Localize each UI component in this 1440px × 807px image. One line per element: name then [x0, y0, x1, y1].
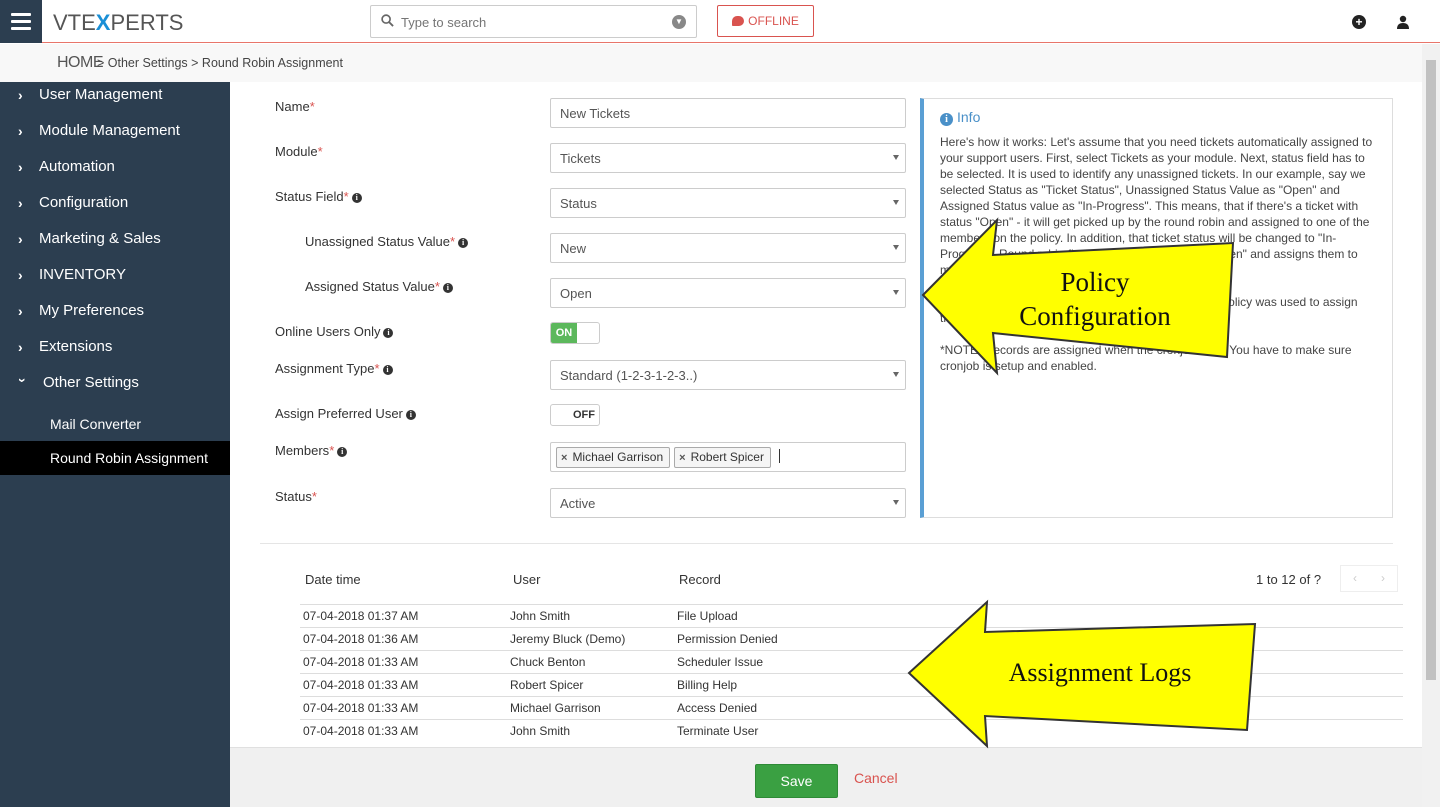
app-logo[interactable]: VTEXPERTS — [53, 10, 183, 36]
assigned-status-select[interactable]: Open — [550, 278, 906, 308]
sidebar-item-marketing-sales[interactable]: › Marketing & Sales — [0, 226, 230, 262]
module-label: Module* — [275, 144, 323, 159]
scrollbar[interactable] — [1422, 44, 1440, 807]
status-label: Status* — [275, 489, 317, 504]
logs-annotation-text: Assignment Logs — [1008, 658, 1192, 687]
chat-icon — [732, 16, 745, 26]
sidebar-subitem-mail-converter[interactable]: Mail Converter — [0, 407, 230, 441]
column-header-datetime[interactable]: Date time — [305, 572, 361, 587]
unassigned-status-select[interactable]: New — [550, 233, 906, 263]
text-cursor — [778, 449, 780, 463]
info-icon[interactable]: i — [383, 328, 394, 338]
sidebar: › User Management › Module Management › Aut… — [0, 82, 230, 807]
info-icon[interactable]: i — [351, 193, 362, 203]
dropdown-arrow-icon — [893, 290, 899, 295]
search-input[interactable] — [401, 12, 661, 32]
name-input[interactable]: New Tickets — [550, 98, 906, 128]
chevron-right-icon: › — [18, 159, 23, 175]
remove-icon[interactable]: × — [679, 452, 685, 464]
online-users-toggle[interactable]: ON — [550, 322, 600, 344]
preferred-user-label: Assign Preferred User i — [275, 406, 416, 421]
sidebar-item-automation[interactable]: › Automation — [0, 154, 230, 190]
unassigned-status-label: Unassigned Status Value* i — [305, 234, 469, 249]
info-icon[interactable]: i — [442, 283, 453, 293]
assignment-type-select[interactable]: Standard (1-2-3-1-2-3..) — [550, 360, 906, 390]
sidebar-subitem-round-robin-assignment[interactable]: Round Robin Assignment — [0, 441, 230, 475]
cancel-link[interactable]: Cancel — [854, 770, 898, 786]
sidebar-item-user-management[interactable]: › User Management — [0, 82, 230, 118]
chevron-down-icon[interactable]: ▼ — [672, 15, 686, 29]
chevron-right-icon: › — [18, 195, 23, 211]
breadcrumb: HOME > Other Settings > Round Robin Assi… — [0, 44, 1422, 82]
sidebar-item-extensions[interactable]: › Extensions — [0, 334, 230, 370]
status-field-select[interactable]: Status — [550, 188, 906, 218]
next-page-button[interactable]: › — [1369, 566, 1397, 591]
info-icon[interactable]: i — [337, 447, 348, 457]
user-icon[interactable] — [1397, 15, 1409, 29]
add-icon[interactable]: + — [1352, 15, 1366, 29]
online-users-label: Online Users Only i — [275, 324, 394, 339]
offline-button[interactable]: OFFLINE — [717, 5, 814, 37]
members-multiselect[interactable]: × Michael Garrison × Robert Spicer — [550, 442, 906, 472]
chevron-right-icon: › — [18, 303, 23, 319]
sidebar-item-my-preferences[interactable]: › My Preferences — [0, 298, 230, 334]
dropdown-arrow-icon — [893, 245, 899, 250]
save-button[interactable]: Save — [755, 764, 838, 798]
sidebar-item-inventory[interactable]: › INVENTORY — [0, 262, 230, 298]
info-icon[interactable]: i — [458, 238, 469, 248]
assignment-type-label: Assignment Type* i — [275, 361, 393, 376]
info-title: i Info — [940, 109, 1376, 126]
members-label: Members* i — [275, 443, 348, 458]
search-box[interactable]: ▼ — [370, 5, 697, 38]
chevron-right-icon: › — [18, 87, 23, 103]
menu-icon[interactable] — [0, 0, 42, 43]
chevron-right-icon: › — [18, 339, 23, 355]
search-icon — [381, 14, 394, 27]
breadcrumb-trail[interactable]: > Other Settings > Round Robin Assignmen… — [97, 56, 343, 70]
info-icon[interactable]: i — [405, 410, 416, 420]
pagination-info: 1 to 12 of ? — [1256, 572, 1322, 587]
column-header-record[interactable]: Record — [679, 572, 721, 587]
member-tag: × Michael Garrison — [556, 447, 671, 468]
info-icon: i — [940, 113, 953, 126]
preferred-user-toggle[interactable]: OFF — [550, 404, 600, 426]
status-select[interactable]: Active — [550, 488, 906, 518]
name-label: Name* — [275, 99, 315, 114]
divider — [260, 543, 1393, 544]
assigned-status-label: Assigned Status Value* i — [305, 279, 453, 294]
chevron-right-icon: › — [18, 231, 23, 247]
status-field-label: Status Field* i — [275, 189, 362, 204]
pagination-buttons: ‹ › — [1340, 565, 1398, 592]
column-header-user[interactable]: User — [513, 572, 540, 587]
sidebar-item-configuration[interactable]: › Configuration — [0, 190, 230, 226]
module-select[interactable]: Tickets — [550, 143, 906, 173]
policy-annotation-text: Policy Configuration — [1019, 267, 1171, 331]
dropdown-arrow-icon — [893, 372, 899, 377]
sidebar-item-module-management[interactable]: › Module Management — [0, 118, 230, 154]
top-bar: VTEXPERTS ▼ OFFLINE + — [0, 0, 1440, 43]
chevron-right-icon: › — [18, 267, 23, 283]
chevron-right-icon: › — [18, 123, 23, 139]
chevron-down-icon: › — [15, 378, 31, 383]
dropdown-arrow-icon — [893, 155, 899, 160]
sidebar-item-other-settings[interactable]: › Other Settings — [0, 370, 230, 406]
dropdown-arrow-icon — [893, 200, 899, 205]
scrollbar-thumb[interactable] — [1426, 60, 1436, 680]
prev-page-button[interactable]: ‹ — [1341, 566, 1369, 591]
form-footer: Save Cancel — [230, 747, 1422, 807]
dropdown-arrow-icon — [893, 500, 899, 505]
info-icon[interactable]: i — [382, 365, 393, 375]
member-tag: × Robert Spicer — [674, 447, 771, 468]
remove-icon[interactable]: × — [561, 452, 567, 464]
